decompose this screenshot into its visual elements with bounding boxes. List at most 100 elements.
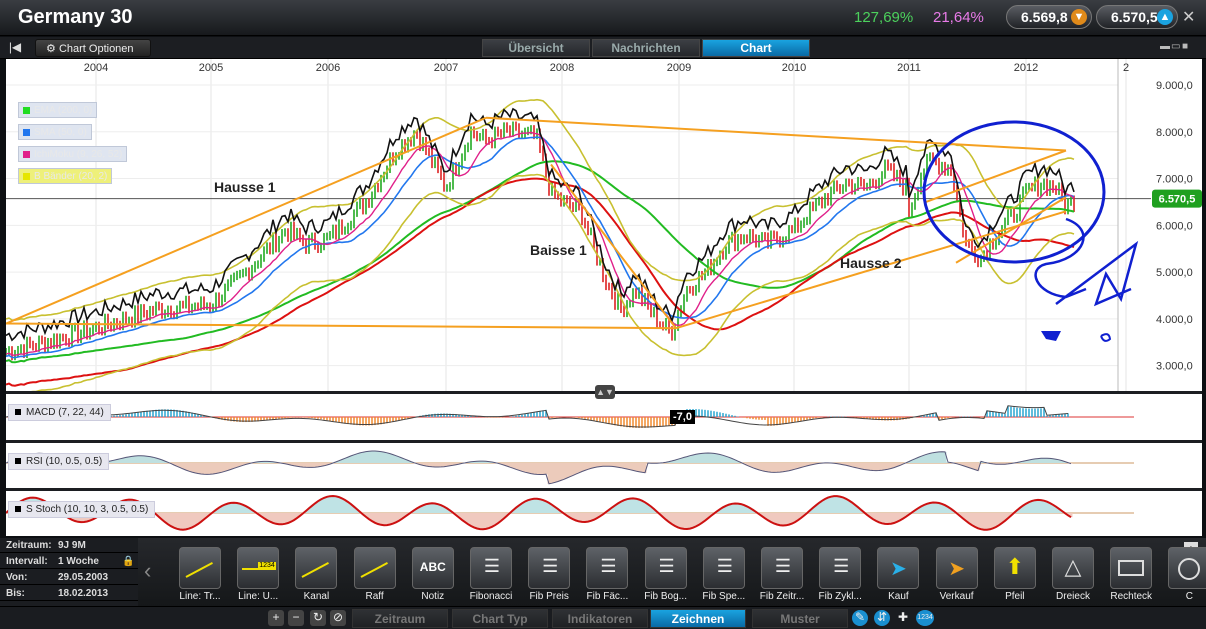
close-icon[interactable]: ✕	[1182, 7, 1195, 27]
freehand-scribble	[1034, 217, 1139, 307]
x-tick-label: 2004	[84, 62, 108, 74]
price-chart-svg: 2004 2005 2006 2007 2008 2009 2010 2011 2012 2 9.0…	[5, 59, 1202, 396]
tab-patterns[interactable]: Muster	[752, 609, 848, 628]
tool-fib-spiral[interactable]: ☰ Fib Spe...	[696, 547, 752, 605]
value-toggle-icon[interactable]: 1234	[916, 610, 934, 626]
tool-circle[interactable]: C	[1161, 547, 1206, 605]
tool-label: Fib Spe...	[702, 591, 746, 602]
tool-fib-time[interactable]: ☰ Fib Zeitr...	[754, 547, 810, 605]
tab-chart[interactable]: Chart	[702, 39, 810, 57]
tool-fib-price[interactable]: ☰ Fib Preis	[521, 547, 577, 605]
tool-triangle[interactable]: △ Dreieck	[1045, 547, 1101, 605]
zoom-in-icon[interactable]: +	[268, 610, 284, 626]
cancel-icon[interactable]: ⊘	[330, 610, 346, 626]
bottom-tab-bar: + − ↻ ⊘ Zeitraum Chart Typ Indikatoren Z…	[0, 606, 1206, 629]
x-tick-label: 2009	[667, 62, 691, 74]
scroll-left-icon[interactable]: ‹	[144, 558, 151, 584]
stoch-swatch	[15, 506, 21, 513]
y-tick-label: 5.000,0	[1156, 267, 1193, 279]
refresh-icon[interactable]: ↻	[310, 610, 326, 626]
fib-time-icon: ☰	[761, 547, 803, 589]
legend-sma[interactable]: SMA (50, 0)	[18, 124, 92, 140]
fib-cycle-icon: ☰	[819, 547, 862, 589]
tab-chart-type[interactable]: Chart Typ	[452, 609, 548, 628]
chart-options-button[interactable]: ⚙ Chart Optionen	[35, 39, 151, 57]
tool-label: Fibonacci	[469, 591, 513, 602]
legend-ichimoku[interactable]: IchiMoku (9, 26, 52)	[18, 146, 128, 162]
bollinger-color-swatch	[23, 172, 30, 180]
sell-arrow-icon: ➤	[935, 547, 978, 589]
current-value-label: 6.570,5	[1159, 194, 1196, 206]
tool-note[interactable]: ABC Notiz	[405, 547, 461, 605]
tool-channel[interactable]: Kanal	[288, 547, 344, 605]
restore-icon[interactable]: ▭	[1171, 41, 1180, 52]
pencil-icon[interactable]: ✎	[852, 610, 868, 626]
tool-label: Kanal	[303, 591, 330, 602]
zoom-out-icon[interactable]: −	[288, 610, 304, 626]
tool-label: Line: U...	[238, 591, 279, 602]
y-tick-label: 6.000,0	[1156, 220, 1193, 232]
freehand-mark	[1100, 333, 1112, 342]
crosshair-icon[interactable]: ✚	[895, 610, 911, 626]
rsi-label[interactable]: RSI (10, 0.5, 0.5)	[8, 453, 110, 470]
tool-fibonacci[interactable]: ☰ Fibonacci	[463, 547, 519, 605]
collapse-panel-icon[interactable]: |◀	[6, 40, 24, 56]
tool-label: C	[1185, 591, 1193, 602]
price-chart[interactable]: 2004 2005 2006 2007 2008 2009 2010 2011 2012 2 9.0…	[5, 59, 1202, 396]
panel-resize-handle[interactable]: ▲▼	[595, 385, 615, 399]
tool-sell-arrow[interactable]: ➤ Verkauf	[929, 547, 985, 605]
tool-raff[interactable]: Raff	[347, 547, 403, 605]
zeitraum-value: 9J 9M	[58, 540, 86, 551]
trend-line	[485, 116, 1067, 152]
stoch-panel[interactable]: S Stoch (10, 10, 3, 0.5, 0.5)	[5, 491, 1202, 536]
arrows-updown-icon[interactable]: ⇵	[874, 610, 890, 626]
tool-label: Fib Preis	[529, 591, 569, 602]
gear-icon: ⚙	[46, 43, 56, 55]
down-arrow-icon: ▼	[1071, 9, 1087, 25]
up-arrow-icon: ▲	[1157, 9, 1173, 25]
rsi-chart-svg	[5, 450, 1134, 485]
rectangle-icon	[1110, 547, 1153, 589]
tool-fib-cycle[interactable]: ☰ Fib Zykl...	[812, 547, 868, 605]
tool-arrow[interactable]: ⬆ Pfeil	[987, 547, 1043, 605]
tool-label: Verkauf	[939, 591, 974, 602]
von-value: 29.05.2003	[58, 572, 109, 583]
tool-line-value[interactable]: 1234 Line: U...	[230, 547, 286, 605]
x-tick-label: 2	[1123, 62, 1129, 74]
lock-icon[interactable]: 🔒	[122, 556, 134, 567]
stoch-chart-svg	[5, 494, 1134, 531]
tab-indicators[interactable]: Indikatoren	[552, 609, 648, 628]
stoch-label[interactable]: S Stoch (10, 10, 3, 0.5, 0.5)	[8, 501, 156, 518]
tab-overview[interactable]: Übersicht	[482, 39, 590, 57]
tool-buy-arrow[interactable]: ➤ Kauf	[870, 547, 926, 605]
raff-icon	[353, 547, 396, 589]
sell-price-button[interactable]: 6.569,8 ▼	[1006, 5, 1092, 29]
fib-arc-icon: ☰	[644, 547, 687, 589]
macd-label[interactable]: MACD (7, 22, 44)	[8, 404, 111, 421]
tool-label: Fib Zykl...	[818, 591, 862, 602]
maximize-icon[interactable]: ■	[1182, 41, 1188, 52]
tool-label: Kauf	[888, 591, 909, 602]
buy-price-button[interactable]: 6.570,5 ▲	[1096, 5, 1178, 29]
tab-news[interactable]: Nachrichten	[592, 39, 700, 57]
y-tick-label: 8.000,0	[1156, 127, 1193, 139]
tool-label: Fib Fäc...	[586, 591, 629, 602]
buy-arrow-icon: ➤	[877, 547, 920, 589]
title-bar: Germany 30 127,69% 21,64% 6.569,8 ▼ 6.57…	[0, 0, 1206, 36]
tab-zeitraum[interactable]: Zeitraum	[352, 609, 448, 628]
tab-draw[interactable]: Zeichnen	[650, 609, 746, 628]
info-bis: Bis: 18.02.2013	[0, 586, 138, 601]
legend-bollinger[interactable]: B Bänder (20, 2)	[18, 168, 113, 184]
rsi-panel[interactable]: RSI (10, 0.5, 0.5)	[5, 443, 1202, 488]
tool-trendline[interactable]: Line: Tr...	[172, 547, 228, 605]
minimize-icon[interactable]: ▬	[1160, 41, 1170, 52]
line-value-tag: 1234	[258, 562, 276, 569]
legend-ema[interactable]: EMA (200, 0)	[18, 102, 98, 118]
tool-rectangle[interactable]: Rechteck	[1103, 547, 1159, 605]
macd-swatch	[15, 409, 21, 416]
macd-panel[interactable]: MACD (7, 22, 44) -7,0	[5, 394, 1202, 440]
tool-label: Rechteck	[1110, 591, 1153, 602]
change-percent-1: 127,69%	[854, 9, 914, 26]
tool-fib-arc[interactable]: ☰ Fib Bog...	[638, 547, 694, 605]
tool-fib-fan[interactable]: ☰ Fib Fäc...	[579, 547, 635, 605]
